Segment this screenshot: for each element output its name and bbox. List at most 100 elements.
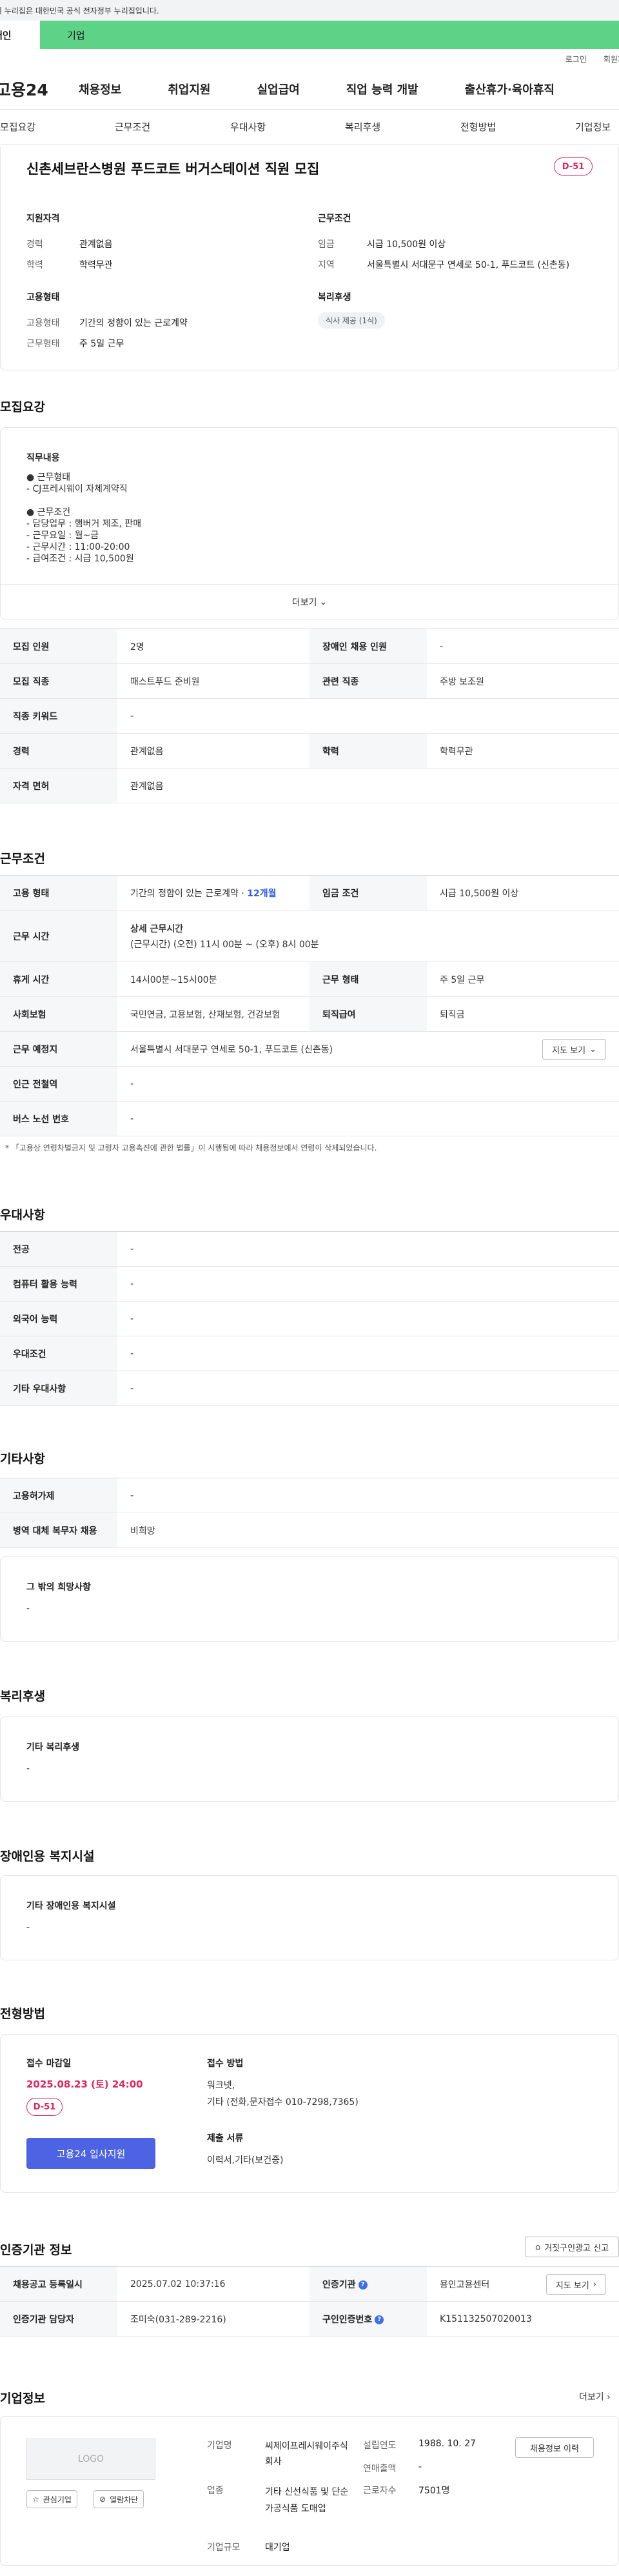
hiring-history-button[interactable]: 채용정보 이력 [515, 2437, 594, 2458]
pref-table: 전공 - 컴퓨터 활용 능력 - 외국어 능력 - 우대조건 - 기타 우대사항 - [0, 1231, 619, 1406]
duty-text: ● 근무형태 - CJ프레시웨이 자체계약직 ● 근무조건 - 담당업무 : 햄… [26, 472, 141, 565]
place-value: 서울특별시 서대문구 연세로 50-1, 푸드코트 (신촌동) [130, 1044, 333, 1055]
row-header: 사회보험 [0, 996, 117, 1032]
row-header: 구인인증번호? [310, 2301, 427, 2337]
join-link[interactable]: 회원가입 [604, 54, 619, 65]
company-more-link[interactable]: 더보기 › [579, 2390, 611, 2403]
login-link[interactable]: 로그인 [565, 54, 587, 65]
form-type-value: 기간의 정함이 있는 근로계약 [79, 318, 188, 328]
row-value: - [117, 1101, 619, 1136]
duty-more-button[interactable]: 더보기 ⌄ [1, 584, 618, 619]
company-section-title: 기업정보 [0, 2391, 45, 2406]
cert-no-header-label: 구인인증번호 [322, 2314, 373, 2325]
company-size-key: 기업규모 [207, 2542, 241, 2553]
table-row: 인증기관 담당자 조미숙(031-289-2216) 구인인증번호? K1511325… [0, 2301, 619, 2337]
deadline-value: 2025.08.23 (토) 24:00 [26, 2078, 143, 2090]
row-header: 관련 직종 [310, 663, 427, 699]
process-dday-badge: D-51 [26, 2098, 63, 2116]
cert-map-button[interactable]: 지도 보기 › [545, 2274, 606, 2295]
table-row: 우대조건 - [0, 1336, 619, 1371]
row-value: 조미숙(031-289-2216) [117, 2301, 310, 2337]
form-title: 고용형태 [26, 292, 60, 303]
duty-line: ● 근무조건 [26, 507, 71, 518]
table-row: 채용공고 등록일시 2025.07.02 10:37:16 인증기관? 용인고용센터 지… [0, 2266, 619, 2302]
lnb-item-welfare[interactable]: 복리후생 [345, 120, 380, 134]
chevron-down-icon: ⌄ [589, 1044, 596, 1054]
company-sales-key: 연매출액 [363, 2464, 397, 2474]
table-row: 근무 예정지 서울특별시 서대문구 연세로 50-1, 푸드코트 (신촌동) 지도 … [0, 1031, 619, 1067]
company-name-key: 기업명 [207, 2440, 232, 2451]
row-header: 학력 [310, 733, 427, 769]
row-value: 2명 [117, 629, 310, 664]
benefit-value: - [26, 1764, 30, 1774]
apply-button[interactable]: 고용24 입사지원 [26, 2138, 155, 2169]
cond-wage-value: 시급 10,500원 이상 [367, 239, 446, 250]
gnb-item-parental[interactable]: 출산휴가·육아휴직 [465, 81, 555, 97]
gnb-menu: 채용정보 취업지원 실업급여 직업 능력 개발 출산휴가·육아휴직 [67, 81, 619, 97]
lnb-item-recruit[interactable]: 모집요강 [0, 120, 35, 134]
gnb-item-training[interactable]: 직업 능력 개발 [346, 81, 418, 97]
row-header: 외국어 능력 [0, 1301, 117, 1336]
age-note: * 「고용상 연령차별금지 및 고령자 고용촉진에 관한 법률」이 시행됨에 따… [5, 1142, 377, 1153]
tab-individual[interactable]: 개인 [0, 21, 40, 49]
lnb-item-conditions[interactable]: 근무조건 [115, 120, 150, 134]
info-icon[interactable]: ? [358, 2280, 368, 2289]
gnb-item-unemployment[interactable]: 실업급여 [257, 81, 300, 97]
work-section-title: 근무조건 [0, 852, 45, 866]
lnb-item-process[interactable]: 전형방법 [460, 120, 496, 134]
form-shift-value: 주 5일 근무 [79, 339, 124, 349]
row-value: 퇴직금 [427, 996, 619, 1032]
row-header: 인증기관 담당자 [0, 2301, 117, 2337]
info-icon[interactable]: ? [375, 2315, 384, 2324]
block-view-button[interactable]: ⊘ 열람차단 [93, 2490, 144, 2508]
disab-label: 기타 장애인용 복지시설 [26, 1901, 116, 1911]
row-header: 전공 [0, 1231, 117, 1267]
row-header: 직종 키워드 [0, 698, 117, 734]
chevron-right-icon: › [593, 2279, 596, 2289]
company-size-value: 대기업 [265, 2542, 290, 2553]
block-label: 열람차단 [110, 2495, 139, 2504]
map-button-label: 지도 보기 [552, 1045, 586, 1056]
row-header: 컴퓨터 활용 능력 [0, 1266, 117, 1302]
row-header: 장애인 채용 인원 [310, 629, 427, 664]
main-nav: 고용24 채용정보 취업지원 실업급여 직업 능력 개발 출산휴가·육아휴직 [0, 68, 619, 110]
qual-edu-value: 학력무관 [79, 260, 113, 270]
contract-period-link[interactable]: 12개월 [247, 889, 276, 899]
row-value: 관계없음 [117, 733, 310, 769]
benefit-section-title: 복리후생 [0, 1689, 45, 1704]
form-type-key: 고용형태 [26, 318, 60, 328]
company-name-value: 씨제이프레시웨이주식회사 [265, 2441, 348, 2467]
block-icon: ⊘ [99, 2495, 106, 2504]
duty-line: - CJ프레시웨이 자체계약직 [26, 484, 128, 494]
gnb-item-jobs[interactable]: 채용정보 [79, 81, 121, 97]
note-marker: * [5, 1143, 12, 1152]
row-value: - [427, 629, 619, 664]
map-button[interactable]: 지도 보기 ⌄ [542, 1039, 606, 1060]
emp-type-text: 기간의 정함이 있는 근로계약 · [130, 888, 248, 899]
row-header: 모집 직종 [0, 663, 117, 699]
table-row: 휴게 시간 14시00분~15시00분 근무 형태 주 5일 근무 [0, 961, 619, 997]
favorite-company-button[interactable]: ☆ 관심기업 [26, 2490, 77, 2508]
row-header: 휴게 시간 [0, 961, 117, 997]
disab-section-title: 장애인용 복지시설 [0, 1849, 95, 1864]
disab-card: 기타 장애인용 복지시설 - [0, 1875, 619, 1960]
tab-individual-label: 개인 [0, 29, 12, 41]
docs-label: 제출 서류 [207, 2133, 244, 2144]
report-button[interactable]: ⌂ 거짓구인광고 신고 [525, 2237, 619, 2257]
site-logo[interactable]: 고용24 [0, 77, 67, 101]
table-row: 자격 면허 관계없음 [0, 768, 619, 803]
table-row: 사회보험 국민연금, 고용보험, 산재보험, 건강보험 퇴직급여 퇴직금 [0, 996, 619, 1032]
disab-value: - [26, 1922, 30, 1933]
lnb-item-preference[interactable]: 우대사항 [230, 120, 266, 134]
form-shift-key: 근무형태 [26, 339, 60, 349]
tab-business[interactable]: 기업 [40, 21, 619, 49]
benefit-label: 기타 복리후생 [26, 1742, 80, 1753]
qual-edu-key: 학력 [26, 260, 43, 270]
table-row: 직종 키워드 - [0, 698, 619, 734]
duty-card: 직무내용 ● 근무형태 - CJ프레시웨이 자체계약직 ● 근무조건 - 담당업… [0, 427, 619, 619]
etc-section-title: 기타사항 [0, 1452, 45, 1466]
lnb-item-company[interactable]: 기업정보 [575, 120, 611, 134]
row-value: 국민연금, 고용보험, 산재보험, 건강보험 [117, 996, 310, 1032]
cond-region-key: 지역 [318, 260, 335, 270]
gnb-item-support[interactable]: 취업지원 [168, 81, 210, 97]
